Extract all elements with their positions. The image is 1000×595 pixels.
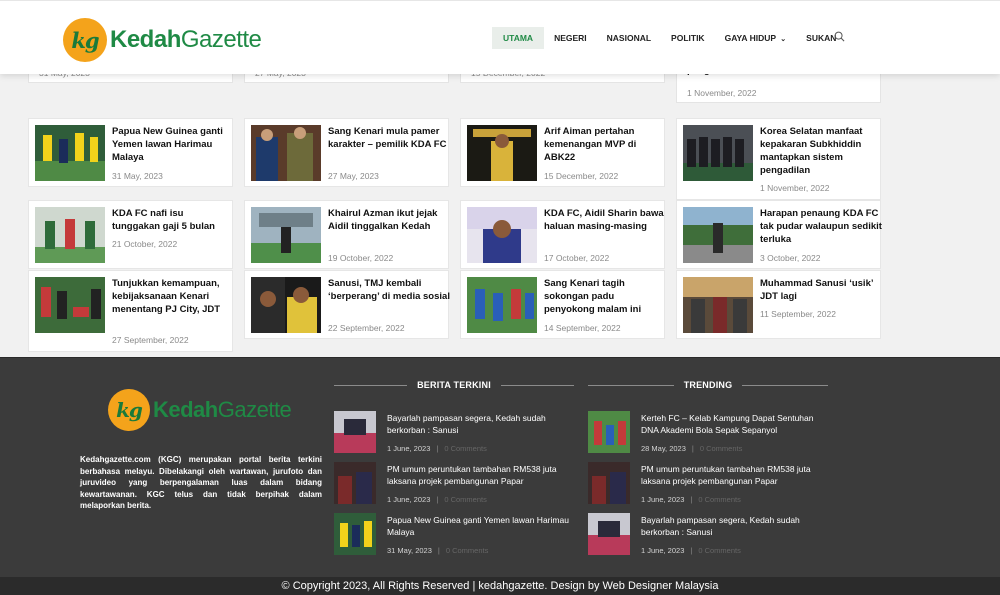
post-date: 15 December, 2022 — [544, 171, 619, 181]
nav-item-negeri[interactable]: NEGERI — [544, 28, 597, 48]
post-card[interactable]: Tunjukkan kemampuan, kebijaksanaan Kenar… — [28, 270, 233, 352]
post-card[interactable]: KDA FC, Aidil Sharin bawa haluan masing-… — [460, 200, 665, 269]
trending-meta: 1 June, 2023 | 0 Comments — [641, 546, 741, 555]
latest-thumbnail[interactable] — [334, 411, 376, 453]
post-card[interactable]: Harapan penaung KDA FC tak pudar walaupu… — [676, 200, 882, 269]
trending-thumbnail[interactable] — [588, 411, 630, 453]
post-thumbnail[interactable] — [467, 207, 537, 263]
post-card[interactable]: Sang Kenari tagih sokongan padu penyokon… — [460, 270, 665, 339]
post-title[interactable]: Sang Kenari tagih sokongan padu penyokon… — [544, 277, 666, 316]
post-card[interactable]: Muhammad Sanusi ‘usik’ JDT lagi 11 Septe… — [676, 270, 881, 339]
trending-title[interactable]: Bayarlah pampasan segera, Kedah sudah be… — [641, 514, 831, 538]
trending-title[interactable]: Kerteh FC – Kelab Kampung Dapat Sentuhan… — [641, 412, 831, 436]
latest-meta: 31 May, 2023 | 0 Comments — [387, 546, 489, 555]
post-title[interactable]: KDA FC nafi isu tunggakan gaji 5 bulan — [112, 207, 234, 233]
post-title[interactable]: Sanusi, TMJ kembali ‘berperang’ di media… — [328, 277, 450, 303]
chevron-down-icon: ⌄ — [780, 36, 787, 43]
post-date: 22 September, 2022 — [328, 323, 405, 333]
post-thumbnail[interactable] — [251, 125, 321, 181]
trending-item[interactable]: PM umum peruntukan tambahan RM538 juta l… — [588, 462, 828, 506]
trending-meta: 1 June, 2023 | 0 Comments — [641, 495, 741, 504]
post-card[interactable]: KDA FC nafi isu tunggakan gaji 5 bulan 2… — [28, 200, 233, 269]
post-title[interactable]: Papua New Guinea ganti Yemen lawan Harim… — [112, 125, 234, 164]
post-thumbnail[interactable] — [467, 125, 537, 181]
post-title[interactable]: Arif Aiman pertahan kemenangan MVP di AB… — [544, 125, 666, 164]
latest-title[interactable]: PM umum peruntukan tambahan RM538 juta l… — [387, 463, 577, 487]
post-thumbnail[interactable] — [35, 125, 105, 181]
site-footer: kg KedahGazette Kedahgazette.com (KGC) m… — [0, 357, 1000, 577]
nav-item-gaya-hidup[interactable]: GAYA HIDUP ⌄ — [715, 28, 797, 48]
nav-item-politik[interactable]: POLITIK — [661, 28, 715, 48]
latest-title[interactable]: Bayarlah pampasan segera, Kedah sudah be… — [387, 412, 577, 436]
trending-thumbnail[interactable] — [588, 513, 630, 555]
trending-heading: TRENDING — [588, 379, 829, 391]
latest-title[interactable]: Papua New Guinea ganti Yemen lawan Harim… — [387, 514, 577, 538]
copyright-bar: © Copyright 2023, All Rights Reserved | … — [0, 577, 1000, 595]
post-title[interactable]: Korea Selatan manfaat kepakaran Subkhidd… — [760, 125, 882, 177]
post-card[interactable]: Papua New Guinea ganti Yemen lawan Harim… — [28, 118, 233, 187]
trending-meta: 28 May, 2023 | 0 Comments — [641, 444, 743, 453]
trending-item[interactable]: Kerteh FC – Kelab Kampung Dapat Sentuhan… — [588, 411, 828, 455]
post-date: 1 November, 2022 — [760, 183, 830, 193]
post-title[interactable]: KDA FC, Aidil Sharin bawa haluan masing-… — [544, 207, 666, 233]
post-date: 11 September, 2022 — [760, 309, 836, 319]
latest-thumbnail[interactable] — [334, 513, 376, 555]
post-card[interactable]: Arif Aiman pertahan kemenangan MVP di AB… — [460, 118, 665, 187]
post-date: 14 September, 2022 — [544, 323, 621, 333]
post-date: 1 November, 2022 — [687, 88, 757, 98]
logo-wordmark: KedahGazette — [110, 26, 262, 53]
post-card[interactable]: Sang Kenari mula pamer karakter – pemili… — [244, 118, 449, 187]
post-thumbnail[interactable] — [467, 277, 537, 333]
site-logo[interactable]: kg KedahGazette — [63, 18, 262, 62]
nav-item-utama[interactable]: UTAMA — [492, 27, 545, 49]
post-title[interactable]: Sang Kenari mula pamer karakter – pemili… — [328, 125, 450, 151]
post-thumbnail[interactable] — [683, 125, 753, 181]
post-thumbnail[interactable] — [35, 277, 105, 333]
latest-meta: 1 June, 2023 | 0 Comments — [387, 495, 487, 504]
latest-item[interactable]: Papua New Guinea ganti Yemen lawan Harim… — [334, 513, 574, 557]
trending-thumbnail[interactable] — [588, 462, 630, 504]
site-header: kg KedahGazette UTAMA NEGERI NASIONAL PO… — [0, 0, 1000, 74]
latest-meta: 1 June, 2023 | 0 Comments — [387, 444, 487, 453]
post-date: 19 October, 2022 — [328, 253, 394, 263]
post-title[interactable]: Tunjukkan kemampuan, kebijaksanaan Kenar… — [112, 277, 234, 316]
post-card[interactable]: Korea Selatan manfaat kepakaran Subkhidd… — [676, 118, 881, 200]
post-thumbnail[interactable] — [251, 277, 321, 333]
post-date: 3 October, 2022 — [760, 253, 821, 263]
latest-item[interactable]: PM umum peruntukan tambahan RM538 juta l… — [334, 462, 574, 506]
post-date: 31 May, 2023 — [112, 171, 163, 181]
post-thumbnail[interactable] — [683, 277, 753, 333]
latest-item[interactable]: Bayarlah pampasan segera, Kedah sudah be… — [334, 411, 574, 455]
nav-item-nasional[interactable]: NASIONAL — [597, 28, 661, 48]
logo-wordmark: KedahGazette — [153, 397, 292, 422]
post-date: 21 October, 2022 — [112, 239, 178, 249]
post-date: 17 October, 2022 — [544, 253, 610, 263]
footer-about: Kedahgazette.com (KGC) merupakan portal … — [80, 455, 322, 510]
post-title[interactable]: Harapan penaung KDA FC tak pudar walaupu… — [760, 207, 882, 246]
logo-mark: kg — [63, 18, 107, 62]
footer-logo[interactable]: kg KedahGazette — [108, 389, 292, 431]
logo-mark: kg — [108, 389, 150, 431]
post-date: 27 May, 2023 — [328, 171, 379, 181]
trending-item[interactable]: Bayarlah pampasan segera, Kedah sudah be… — [588, 513, 828, 557]
post-title[interactable]: Khairul Azman ikut jejak Aidil tinggalka… — [328, 207, 450, 233]
post-thumbnail[interactable] — [35, 207, 105, 263]
main-nav: UTAMA NEGERI NASIONAL POLITIK GAYA HIDUP… — [492, 27, 846, 49]
post-title[interactable]: Muhammad Sanusi ‘usik’ JDT lagi — [760, 277, 882, 303]
post-thumbnail[interactable] — [683, 207, 753, 263]
post-date: 27 September, 2022 — [112, 335, 189, 345]
latest-heading: BERITA TERKINI — [334, 379, 574, 391]
latest-thumbnail[interactable] — [334, 462, 376, 504]
post-card[interactable]: Sanusi, TMJ kembali ‘berperang’ di media… — [244, 270, 450, 339]
trending-title[interactable]: PM umum peruntukan tambahan RM538 juta l… — [641, 463, 831, 487]
search-icon[interactable] — [834, 31, 845, 42]
post-thumbnail[interactable] — [251, 207, 321, 263]
post-card[interactable]: Khairul Azman ikut jejak Aidil tinggalka… — [244, 200, 449, 269]
